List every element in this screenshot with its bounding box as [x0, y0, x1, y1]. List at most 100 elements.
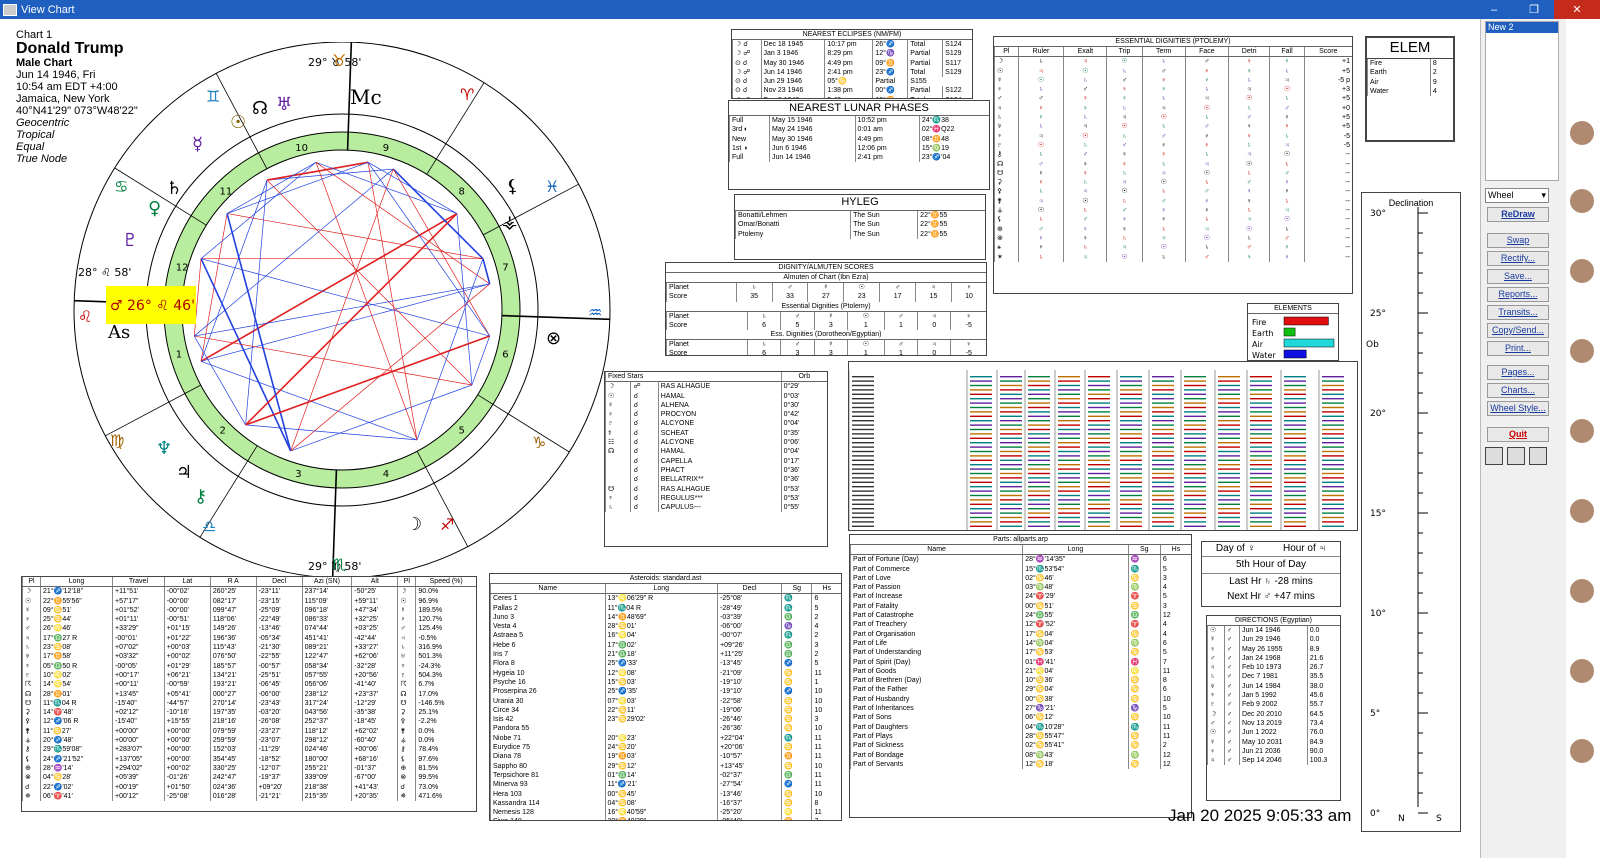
table-cell: 2: [811, 631, 841, 641]
grid-cell: [1088, 442, 1110, 444]
printer-icon[interactable]: [1507, 447, 1525, 465]
eclipses-title: NEAREST ECLIPSES (NM/FM): [732, 30, 972, 40]
table-cell: 11: [1159, 666, 1191, 677]
table-cell: ☌: [630, 484, 659, 494]
dignity-cell: ♄: [1106, 131, 1143, 141]
table-cell: -12°07': [255, 763, 303, 774]
table-cell: Part of Understanding: [850, 648, 1023, 658]
screen-icon[interactable]: [1485, 447, 1503, 465]
side-button-redraw[interactable]: ReDraw: [1487, 207, 1549, 222]
grid-cell: [852, 433, 874, 435]
grid-cell: [1028, 494, 1050, 497]
chart-list[interactable]: New 2: [1485, 21, 1559, 181]
table-cell: 15°♋03': [604, 677, 718, 688]
dignity-cell: ♄: [1184, 215, 1229, 225]
hyleg-row: Bonatti/Lehmen The Sun 22°♊55: [735, 211, 985, 221]
table-cell: 2: [1429, 68, 1453, 78]
side-button-swap[interactable]: Swap: [1487, 233, 1549, 248]
table-cell: -16°37': [717, 798, 782, 809]
side-button-quit[interactable]: Quit: [1487, 427, 1549, 442]
side-button-rectify[interactable]: Rectify...: [1487, 251, 1549, 266]
grid-cell: [1218, 402, 1240, 404]
dignity-cell: ♂: [1269, 168, 1305, 179]
side-button-reports[interactable]: Reports...: [1487, 287, 1549, 302]
table-cell: 11: [811, 770, 841, 781]
grid-cell: [1322, 481, 1344, 483]
table-cell: CAPELLA: [657, 456, 782, 466]
dignity-cell: ♄: [1017, 187, 1064, 197]
grid-cell: [1088, 499, 1110, 501]
grid-cell: [1058, 411, 1080, 413]
table-cell: Eurydice 75: [490, 743, 606, 753]
close-button[interactable]: ✕: [1554, 0, 1600, 19]
side-button-save[interactable]: Save...: [1487, 269, 1549, 284]
table-cell: 6: [1159, 685, 1191, 695]
side-button-wheelstyle[interactable]: Wheel Style...: [1487, 401, 1549, 416]
day-of-label: Day of ♀: [1215, 543, 1256, 554]
planet-glyph-icon: ⚷: [994, 150, 1019, 160]
table-cell: -05°40': [717, 817, 782, 820]
dignity-score-table: Planet ♄ ♂ ☿ ☉ ♂ ♃ ♀ Score 6 3 3 1 1 0 -5: [666, 340, 986, 355]
ess-dign-row: ♀ ♄ ♂ ♀ ♀ ♄ ♃ ☉ +3: [994, 85, 1352, 95]
avatar: [1570, 121, 1594, 145]
elem-title: ELEM: [1367, 38, 1453, 59]
table-cell: 11: [811, 668, 841, 678]
table-cell: ♃: [1207, 663, 1225, 673]
asteroid-row: Diana 78 19°♊03' -10°57' ♊ 11: [490, 752, 841, 762]
planet-glyph-icon: ♂: [883, 311, 918, 321]
grid-cell: [1218, 424, 1240, 426]
grid-cell: [1120, 442, 1142, 444]
table-cell: Bonatti/Lehmen: [735, 211, 851, 221]
grid-cell: [1322, 468, 1344, 470]
grid-cell: [1028, 508, 1050, 510]
side-button-transits[interactable]: Transits...: [1487, 305, 1549, 320]
table-cell: +294'02": [112, 763, 165, 774]
camera-icon[interactable]: [1529, 447, 1547, 465]
table-cell: Jun 14 1946: [1239, 626, 1308, 636]
table-cell: Hera 103: [490, 789, 606, 799]
table-cell: 38.0: [1306, 681, 1340, 692]
chart-wheel[interactable]: 123 456789101112 ♂ 26° ♌ 46' Mc As 29° ♉ …: [70, 42, 615, 577]
table-cell: 19°♊03': [604, 752, 718, 762]
table-cell: -05°34': [255, 633, 303, 644]
table-cell: 185°57': [209, 661, 257, 671]
grid-cell: [1184, 472, 1206, 475]
grid-cell: [970, 398, 992, 400]
table-cell: 20°♌23': [604, 733, 718, 744]
table-cell: 26°♌46': [40, 624, 113, 634]
side-button-copysend[interactable]: Copy/Send...: [1487, 323, 1549, 338]
side-button-pages[interactable]: Pages...: [1487, 365, 1549, 380]
dignity-cell: ☉: [1063, 131, 1107, 141]
table-cell: ♏: [781, 593, 812, 604]
table-cell: 218°16': [209, 717, 257, 727]
dignity-cell: ♄: [1017, 122, 1064, 132]
asteroid-row: Eurydice 75 24°♋20' +20°06' ♋ 11: [490, 743, 841, 753]
planet-glyph-icon: ♆: [994, 131, 1019, 141]
side-button-print[interactable]: Print...: [1487, 341, 1549, 356]
side-panel: New 2 Wheel ▾ ReDraw Swap Rectify... Save..…: [1480, 19, 1566, 858]
side-button-charts[interactable]: Charts...: [1487, 383, 1549, 398]
grid-cell: [1250, 415, 1272, 417]
table-cell: 15°♊: [872, 95, 908, 98]
chart-list-item[interactable]: New 2: [1486, 22, 1558, 33]
grid-cell: [1184, 477, 1206, 479]
view-select[interactable]: Wheel ▾: [1485, 188, 1549, 203]
window-title: View Chart: [21, 3, 75, 16]
minimize-button[interactable]: –: [1474, 0, 1514, 19]
table-cell: 22°♋11': [604, 705, 718, 716]
table-cell: Jan 3 1946: [760, 49, 825, 59]
lunar-row: Full Jun 14 1946 2:41 pm 23°♐'04: [729, 153, 989, 163]
grid-cell: [1000, 516, 1022, 519]
grid-cell: [1088, 521, 1110, 523]
table-cell: +23°37': [351, 689, 398, 699]
asteroid-row: Ceres 1 13°♌06'29" R -25°08' ♏ 6: [490, 593, 841, 604]
eclipse-row: ⊙ ☌ Jun 29 1946 05°♋ Partial S155: [732, 77, 973, 87]
planet-glyph-icon: ☊: [994, 159, 1019, 169]
restore-button[interactable]: ❐: [1514, 0, 1554, 19]
table-cell: 197°35': [209, 708, 257, 718]
grid-cell: [852, 442, 874, 444]
grid-cell: [970, 459, 992, 461]
table-cell: -23°15': [255, 596, 303, 606]
grid-cell: [1120, 384, 1142, 387]
table-cell: Total: [907, 95, 943, 98]
